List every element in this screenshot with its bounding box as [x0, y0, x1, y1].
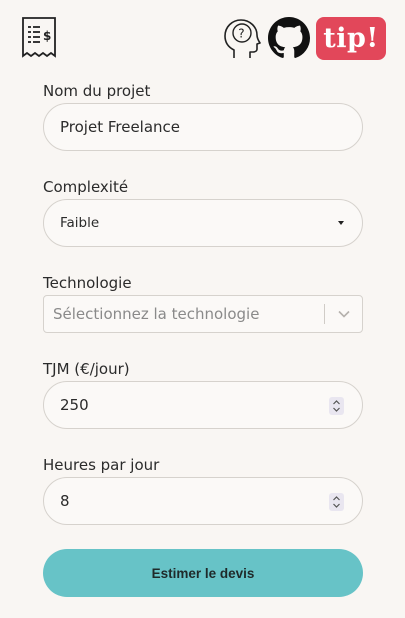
github-icon[interactable]	[268, 17, 310, 59]
svg-text:$: $	[43, 29, 51, 43]
chevron-down-icon[interactable]	[337, 308, 351, 320]
hours-per-day-value: 8	[60, 492, 70, 510]
complexity-select[interactable]: Faible	[43, 199, 363, 247]
header-actions: ? tip!	[222, 16, 386, 60]
receipt-dollar-icon: $	[22, 17, 56, 58]
tip-button[interactable]: tip!	[316, 16, 386, 60]
complexity-label: Complexité	[43, 178, 129, 196]
technology-placeholder: Sélectionnez la technologie	[53, 305, 260, 323]
hours-per-day-label: Heures par jour	[43, 456, 160, 474]
number-spinner-icon[interactable]	[329, 397, 344, 415]
top-bar: $ ? tip!	[0, 0, 405, 70]
select-separator	[324, 304, 325, 324]
project-name-input[interactable]: Projet Freelance	[43, 103, 363, 151]
head-question-icon[interactable]: ?	[222, 16, 262, 60]
project-name-label: Nom du projet	[43, 82, 151, 100]
daily-rate-value: 250	[60, 396, 89, 414]
project-name-value: Projet Freelance	[60, 118, 181, 136]
technology-label: Technologie	[43, 274, 132, 292]
estimate-quote-button[interactable]: Estimer le devis	[43, 549, 363, 597]
hours-per-day-input[interactable]: 8	[43, 477, 363, 525]
technology-select[interactable]: Sélectionnez la technologie	[43, 295, 363, 333]
number-spinner-icon[interactable]	[329, 493, 344, 511]
daily-rate-label: TJM (€/jour)	[43, 360, 130, 378]
daily-rate-input[interactable]: 250	[43, 381, 363, 429]
svg-text:?: ?	[238, 27, 244, 41]
complexity-selected-value: Faible	[60, 215, 100, 231]
caret-down-icon	[338, 221, 344, 225]
